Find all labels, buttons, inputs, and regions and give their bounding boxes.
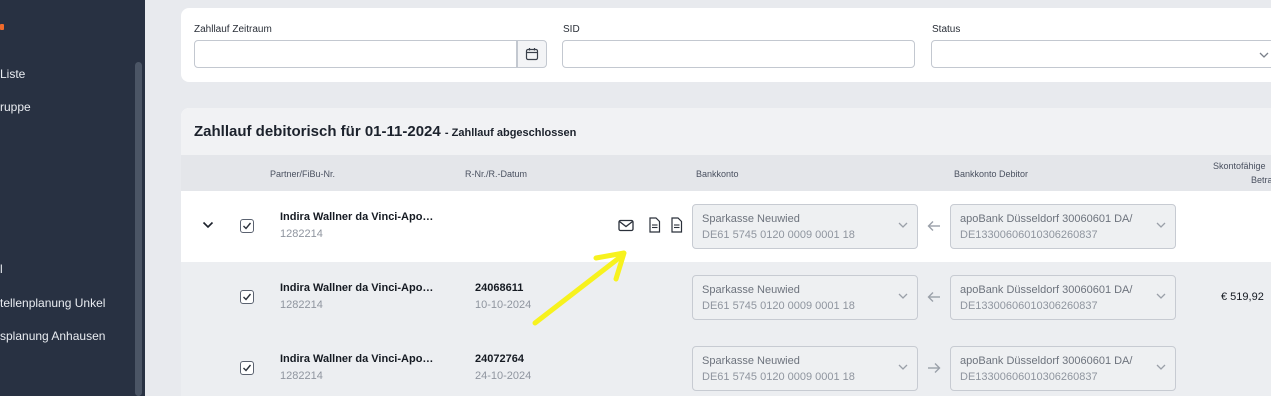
page-title: Zahllauf debitorisch für 01-11-2024 - Za… (194, 123, 576, 140)
col-bankkonto: Bankkonto (696, 169, 739, 179)
chevron-down-icon (1156, 293, 1166, 299)
document-icon[interactable] (670, 217, 683, 233)
chevron-down-icon (898, 293, 908, 299)
debitor-iban: DE13300606010306260837 (960, 300, 1098, 312)
bankkonto-debitor-select[interactable]: apoBank Düsseldorf 30060601 DA/ DE133006… (950, 346, 1176, 391)
sid-label: SID (563, 24, 580, 35)
debitor-bank-name: apoBank Düsseldorf 30060601 DA/ (960, 213, 1133, 225)
skonto-amount: € 519,92 (1221, 291, 1264, 303)
arrow-right-icon (928, 363, 941, 373)
mail-icon[interactable] (618, 219, 634, 232)
table-header: Partner/FiBu-Nr. R-Nr./R.-Datum Bankkont… (181, 155, 1271, 191)
status-label: Status (932, 24, 961, 35)
checkmark-icon (243, 293, 252, 301)
debitor-iban: DE13300606010306260837 (960, 229, 1098, 241)
partner-name: Indira Wallner da Vinci-Apo… (280, 282, 434, 294)
invoice-date: 10-10-2024 (475, 299, 532, 311)
invoice-number: 24072764 (475, 353, 524, 365)
col-bankkonto-debitor: Bankkonto Debitor (954, 169, 1029, 179)
bankkonto-select[interactable]: Sparkasse Neuwied DE61 5745 0120 0009 00… (692, 346, 918, 391)
partner-id: 1282214 (280, 228, 323, 240)
invoice-date: 24-10-2024 (475, 370, 532, 382)
bank-name: Sparkasse Neuwied (702, 355, 800, 367)
chevron-down-icon (898, 364, 908, 370)
table-row[interactable]: Indira Wallner da Vinci-Apo… 1282214 Spa… (181, 191, 1271, 262)
panel-header: Zahllauf debitorisch für 01-11-2024 - Za… (181, 108, 1271, 155)
row-checkbox[interactable] (240, 219, 254, 233)
chevron-down-icon (1259, 52, 1269, 58)
table-row[interactable]: Indira Wallner da Vinci-Apo… 1282214 240… (181, 333, 1271, 396)
row-checkbox[interactable] (240, 290, 254, 304)
sidebar-item-section[interactable]: l (0, 262, 3, 276)
partner-name: Indira Wallner da Vinci-Apo… (280, 353, 434, 365)
arrow-left-icon (927, 292, 940, 302)
arrow-left-icon (927, 221, 940, 231)
col-skonto: Skontofähige (1213, 161, 1266, 171)
bank-iban: DE61 5745 0120 0009 0001 18 (702, 371, 855, 383)
sidebar-accent-mark (0, 24, 4, 30)
status-select[interactable] (931, 40, 1271, 68)
chevron-down-icon (1156, 364, 1166, 370)
chevron-down-icon[interactable] (202, 221, 214, 229)
sidebar-scrollbar[interactable] (135, 62, 142, 396)
calendar-button[interactable] (517, 40, 547, 68)
debitor-bank-name: apoBank Düsseldorf 30060601 DA/ (960, 284, 1133, 296)
zahllauf-panel: Zahllauf debitorisch für 01-11-2024 - Za… (181, 108, 1271, 396)
col-rnr: R-Nr./R.-Datum (465, 169, 528, 179)
debitor-iban: DE13300606010306260837 (960, 371, 1098, 383)
col-betrag: Betra (1251, 175, 1271, 185)
chevron-down-icon (898, 222, 908, 228)
sid-input[interactable] (562, 40, 915, 68)
panel-status-text: - Zahllauf abgeschlossen (444, 127, 577, 139)
bank-name: Sparkasse Neuwied (702, 284, 800, 296)
document-icon[interactable] (648, 217, 661, 233)
calendar-icon (525, 48, 539, 61)
sidebar-item-gruppe[interactable]: ruppe (0, 100, 31, 114)
filter-card: Zahllauf Zeitraum SID Status (181, 8, 1271, 82)
zeitraum-input[interactable] (194, 40, 517, 68)
bankkonto-select[interactable]: Sparkasse Neuwied DE61 5745 0120 0009 00… (692, 204, 918, 249)
zeitraum-label: Zahllauf Zeitraum (194, 24, 272, 35)
bank-iban: DE61 5745 0120 0009 0001 18 (702, 229, 855, 241)
sidebar-item-liste[interactable]: Liste (0, 67, 25, 81)
bankkonto-select[interactable]: Sparkasse Neuwied DE61 5745 0120 0009 00… (692, 275, 918, 320)
chevron-down-icon (1156, 222, 1166, 228)
debitor-bank-name: apoBank Düsseldorf 30060601 DA/ (960, 355, 1133, 367)
checkmark-icon (243, 222, 252, 230)
col-partner: Partner/FiBu-Nr. (270, 169, 336, 179)
partner-id: 1282214 (280, 299, 323, 311)
bankkonto-debitor-select[interactable]: apoBank Düsseldorf 30060601 DA/ DE133006… (950, 275, 1176, 320)
sidebar-item-planung-unkel[interactable]: tellenplanung Unkel (0, 296, 105, 310)
row-checkbox[interactable] (240, 361, 254, 375)
table-row[interactable]: Indira Wallner da Vinci-Apo… 1282214 240… (181, 262, 1271, 333)
panel-title-text: Zahllauf debitorisch für 01-11-2024 (194, 123, 441, 140)
partner-id: 1282214 (280, 370, 323, 382)
invoice-number: 24068611 (475, 282, 524, 294)
partner-name: Indira Wallner da Vinci-Apo… (280, 211, 434, 223)
sidebar-item-planung-anhausen[interactable]: splanung Anhausen (0, 329, 105, 343)
bankkonto-debitor-select[interactable]: apoBank Düsseldorf 30060601 DA/ DE133006… (950, 204, 1176, 249)
bank-iban: DE61 5745 0120 0009 0001 18 (702, 300, 855, 312)
bank-name: Sparkasse Neuwied (702, 213, 800, 225)
checkmark-icon (243, 364, 252, 372)
sidebar: Liste ruppe l tellenplanung Unkel splanu… (0, 0, 145, 396)
